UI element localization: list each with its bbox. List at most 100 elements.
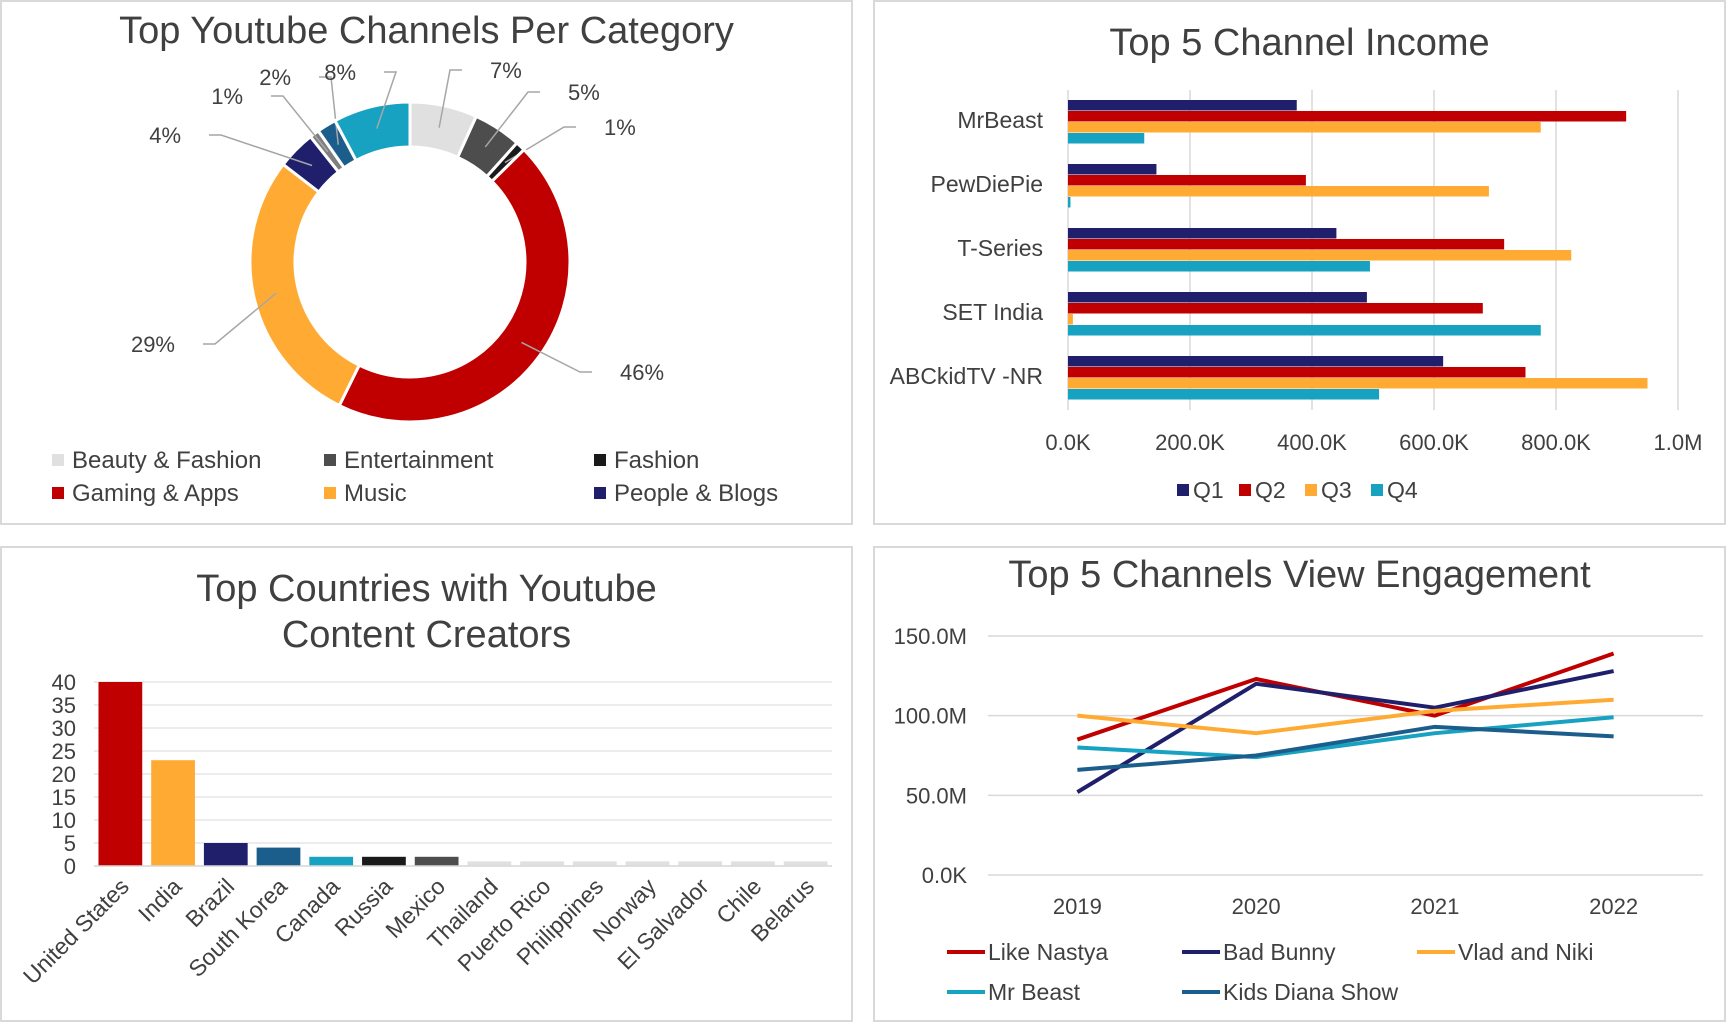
bar-q1-mrbeast — [1068, 100, 1297, 111]
bar-q2-t-series — [1068, 239, 1505, 250]
legend-swatch-fashion — [594, 454, 606, 466]
bar-brazil — [203, 843, 248, 866]
bar-q2-set-india — [1068, 303, 1483, 314]
donut-data-label: 46% — [620, 360, 664, 385]
donut-slice-gaming-apps — [337, 147, 572, 424]
legend-label-q3: Q3 — [1321, 477, 1352, 503]
x-tick-label: 2020 — [1232, 894, 1281, 919]
legend-label-q2: Q2 — [1255, 477, 1286, 503]
y-tick-label: 10 — [52, 808, 76, 833]
x-tick-label-united-states: United States — [18, 873, 134, 989]
y-tick-label: 40 — [52, 670, 76, 695]
y-tick-label: 20 — [52, 762, 76, 787]
bar-q4-mrbeast — [1068, 133, 1145, 144]
legend-label-beauty-fashion: Beauty & Fashion — [72, 447, 261, 474]
donut-chart: 7%5%1%46%29%4%1%2% 8%Beauty & Fashion Ente… — [52, 58, 778, 507]
y-tick-label: 50.0M — [906, 783, 967, 808]
bar-q3-t-series — [1068, 250, 1572, 261]
legend-label-entertainment: Entertainment — [344, 447, 494, 474]
legend-swatch-q3 — [1305, 484, 1317, 496]
bar-q4-set-india — [1068, 325, 1541, 336]
donut-data-label: 5% — [568, 80, 600, 105]
income-bar-panel: Top 5 Channel Income 0.0K 200.0K 400.0K 600… — [873, 0, 1726, 525]
y-tick-label: 15 — [52, 785, 76, 810]
legend-swatch-music — [324, 487, 336, 499]
line-vlad-and-niki — [1077, 697, 1614, 736]
y-tick-label: 35 — [52, 693, 76, 718]
bar-russia — [362, 856, 406, 866]
legend-label-q4: Q4 — [1387, 477, 1418, 503]
engagement-line-chart: 0.0K 50.0M 100.0M 150.0M 2019 2020 2021 2022 Lik… — [894, 624, 1703, 1005]
legend-swatch-q4 — [1371, 484, 1383, 496]
x-tick-label: 2022 — [1589, 894, 1638, 919]
bar-south-korea — [256, 847, 301, 866]
bar-q3-mrbeast — [1068, 122, 1541, 133]
bar-q2-mrbeast — [1068, 111, 1627, 122]
donut-slice-music — [248, 162, 362, 408]
bar-q2-abckidtv-nr — [1068, 367, 1526, 378]
y-tick-label: 5 — [64, 831, 76, 856]
x-tick-label: 400.0K — [1277, 430, 1347, 455]
y-tick-label-mrbeast: MrBeast — [957, 107, 1043, 133]
bar-q4-t-series — [1068, 261, 1370, 272]
y-tick-label: 150.0M — [894, 624, 967, 649]
legend-swatch-q1 — [1177, 484, 1189, 496]
bar-q3-set-india — [1068, 314, 1073, 325]
x-tick-label: 2021 — [1410, 894, 1459, 919]
donut-data-label: 1% — [211, 84, 243, 109]
legend-label-music: Music — [344, 480, 407, 507]
bar-q4-pewdiepie — [1068, 197, 1071, 208]
category-donut-panel: Top Youtube Channels Per Category 7% 5% 1%… — [0, 0, 853, 525]
bar-q1-set-india — [1068, 292, 1367, 303]
legend-label-like-nastya: Like Nastya — [988, 939, 1108, 965]
y-tick-label: 0 — [64, 854, 76, 879]
x-tick-label-india: India — [133, 873, 187, 927]
y-tick-label-set-india: SET India — [942, 299, 1043, 325]
income-bar-chart: 0.0K 200.0K 400.0K 600.0K 800.0K 1.0M MrBeast P… — [890, 90, 1703, 503]
donut-data-label: 2% — [259, 65, 291, 90]
x-tick-label: 200.0K — [1155, 430, 1225, 455]
bar-q1-t-series — [1068, 228, 1337, 239]
legend-label-q1: Q1 — [1193, 477, 1224, 503]
legend-label-vlad-and-niki: Vlad and Niki — [1458, 939, 1594, 965]
y-tick-label-abckidtv-nr: ABCkidTV -NR — [890, 363, 1043, 389]
bar-q2-pewdiepie — [1068, 175, 1306, 186]
legend-swatch-gaming-apps — [52, 487, 64, 499]
y-tick-label-pewdiepie: PewDiePie — [931, 171, 1044, 197]
legend-label-kids-diana-show: Kids Diana Show — [1223, 979, 1399, 1005]
x-tick-label: 2019 — [1053, 894, 1102, 919]
legend-label-people-blogs: People & Blogs — [614, 480, 778, 507]
countries-bar-chart: 0510152025303540United States IndiaBrazil… — [18, 670, 832, 989]
countries-bar-panel: Top Countries with Youtube Content Creat… — [0, 546, 853, 1022]
bar-q3-pewdiepie — [1068, 186, 1489, 197]
donut-data-label: 29% — [131, 332, 175, 357]
donut-data-label: 8% — [324, 60, 356, 85]
donut-data-label: 1% — [604, 115, 636, 140]
y-tick-label: 0.0K — [922, 863, 968, 888]
legend-swatch-q2 — [1239, 484, 1251, 496]
legend-label-mr-beast: Mr Beast — [988, 979, 1081, 1005]
bar-q1-pewdiepie — [1068, 164, 1157, 175]
legend-swatch-entertainment — [324, 454, 336, 466]
donut-data-label: 4% — [149, 123, 181, 148]
bar-india — [151, 760, 195, 866]
x-tick-label: 800.0K — [1521, 430, 1591, 455]
legend-label-gaming-apps: Gaming & Apps — [72, 480, 239, 507]
legend-label-fashion: Fashion — [614, 447, 699, 474]
bar-united-states — [98, 682, 143, 866]
legend-swatch-beauty-fashion — [52, 454, 64, 466]
y-tick-label: 100.0M — [894, 704, 967, 729]
bar-q3-abckidtv-nr — [1068, 378, 1648, 389]
y-tick-label: 30 — [52, 716, 76, 741]
x-tick-label: 600.0K — [1399, 430, 1469, 455]
bar-canada — [309, 856, 354, 866]
legend-swatch-people-blogs — [594, 487, 606, 499]
y-tick-label-t-series: T-Series — [957, 235, 1043, 261]
bar-mexico — [414, 856, 459, 866]
donut-data-label: 7% — [490, 58, 522, 83]
x-tick-label: 0.0K — [1045, 430, 1091, 455]
legend-label-bad-bunny: Bad Bunny — [1223, 939, 1336, 965]
y-tick-label: 25 — [52, 739, 76, 764]
engagement-line-panel: Top 5 Channels View Engagement 0.0K 50.0M… — [873, 546, 1726, 1022]
x-tick-label: 1.0M — [1654, 430, 1703, 455]
